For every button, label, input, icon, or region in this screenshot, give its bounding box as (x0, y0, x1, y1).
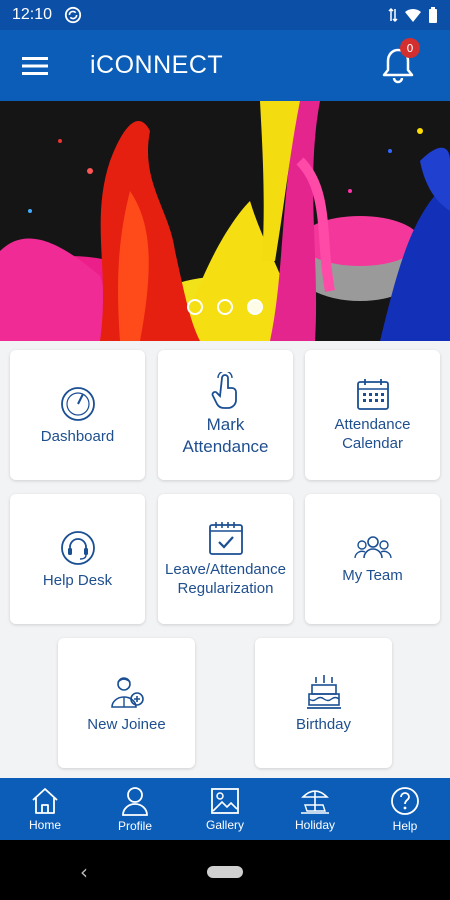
cake-icon (306, 674, 341, 709)
nav-holiday-label: Holiday (294, 817, 336, 832)
tile-label: Help Desk (42, 571, 113, 589)
touch-hand-icon (211, 372, 237, 409)
status-time: 12:10 (12, 6, 53, 23)
headset-icon (60, 530, 95, 565)
carousel-dot-active[interactable] (247, 299, 263, 315)
tile-label: Mark Attendance (182, 415, 269, 456)
tile-label: Attendance Calendar (334, 416, 411, 452)
new-joinee-icon (110, 676, 144, 708)
nav-holiday[interactable]: Holiday (270, 778, 360, 840)
nav-profile-label: Profile (117, 818, 152, 833)
tile-label: Dashboard (40, 427, 115, 445)
tile-attendance-calendar[interactable]: Attendance Calendar (305, 350, 440, 480)
beach-icon (301, 789, 329, 814)
nav-help-label: Help (392, 818, 418, 833)
help-icon (391, 786, 419, 815)
tile-birthday[interactable]: Birthday (255, 638, 392, 768)
tile-new-joinee[interactable]: New Joinee (58, 638, 195, 768)
system-nav-bar: ‹ (0, 840, 450, 900)
person-icon (122, 786, 148, 816)
sync-icon (64, 6, 82, 24)
wifi-icon (405, 8, 421, 22)
calendar-icon (356, 379, 389, 410)
system-back-icon[interactable]: ‹ (80, 860, 88, 884)
notification-badge: 0 (400, 38, 420, 58)
nav-gallery-label: Gallery (205, 817, 244, 832)
tile-label: New Joinee (87, 715, 166, 733)
carousel-dot[interactable] (217, 299, 233, 315)
calendar-check-icon (208, 522, 243, 555)
tile-dashboard[interactable]: Dashboard (10, 350, 145, 480)
menu-button[interactable] (0, 30, 70, 101)
nav-gallery[interactable]: Gallery (180, 778, 270, 840)
tile-help-desk[interactable]: Help Desk (10, 494, 145, 624)
tile-leave-regularization[interactable]: Leave/Attendance Regularization (158, 494, 293, 624)
tile-mark-attendance[interactable]: Mark Attendance (158, 350, 293, 480)
tile-label: Leave/Attendance Regularization (165, 561, 286, 597)
tile-my-team[interactable]: My Team (305, 494, 440, 624)
hamburger-icon (22, 56, 48, 75)
speedometer-icon (60, 386, 95, 421)
status-bar: 12:10 (0, 0, 450, 30)
nav-home-label: Home (28, 817, 61, 832)
app-bar: iCONNECT 0 (0, 30, 450, 101)
status-icons (388, 6, 438, 24)
tile-label: My Team (342, 566, 403, 584)
carousel-dot[interactable] (187, 299, 203, 315)
app-title: iCONNECT (90, 51, 224, 79)
carousel-dots (0, 299, 450, 315)
nav-profile[interactable]: Profile (90, 778, 180, 840)
nav-home[interactable]: Home (0, 778, 90, 840)
bottom-nav: Home Profile Gallery Holiday Help (0, 778, 450, 840)
nav-help[interactable]: Help (360, 778, 450, 840)
team-icon (353, 535, 392, 558)
tile-label: Birthday (295, 715, 352, 733)
home-icon (32, 787, 58, 814)
battery-icon (429, 6, 437, 23)
image-icon (211, 787, 239, 814)
data-arrows-icon (388, 7, 398, 23)
system-home-pill[interactable] (207, 866, 243, 878)
